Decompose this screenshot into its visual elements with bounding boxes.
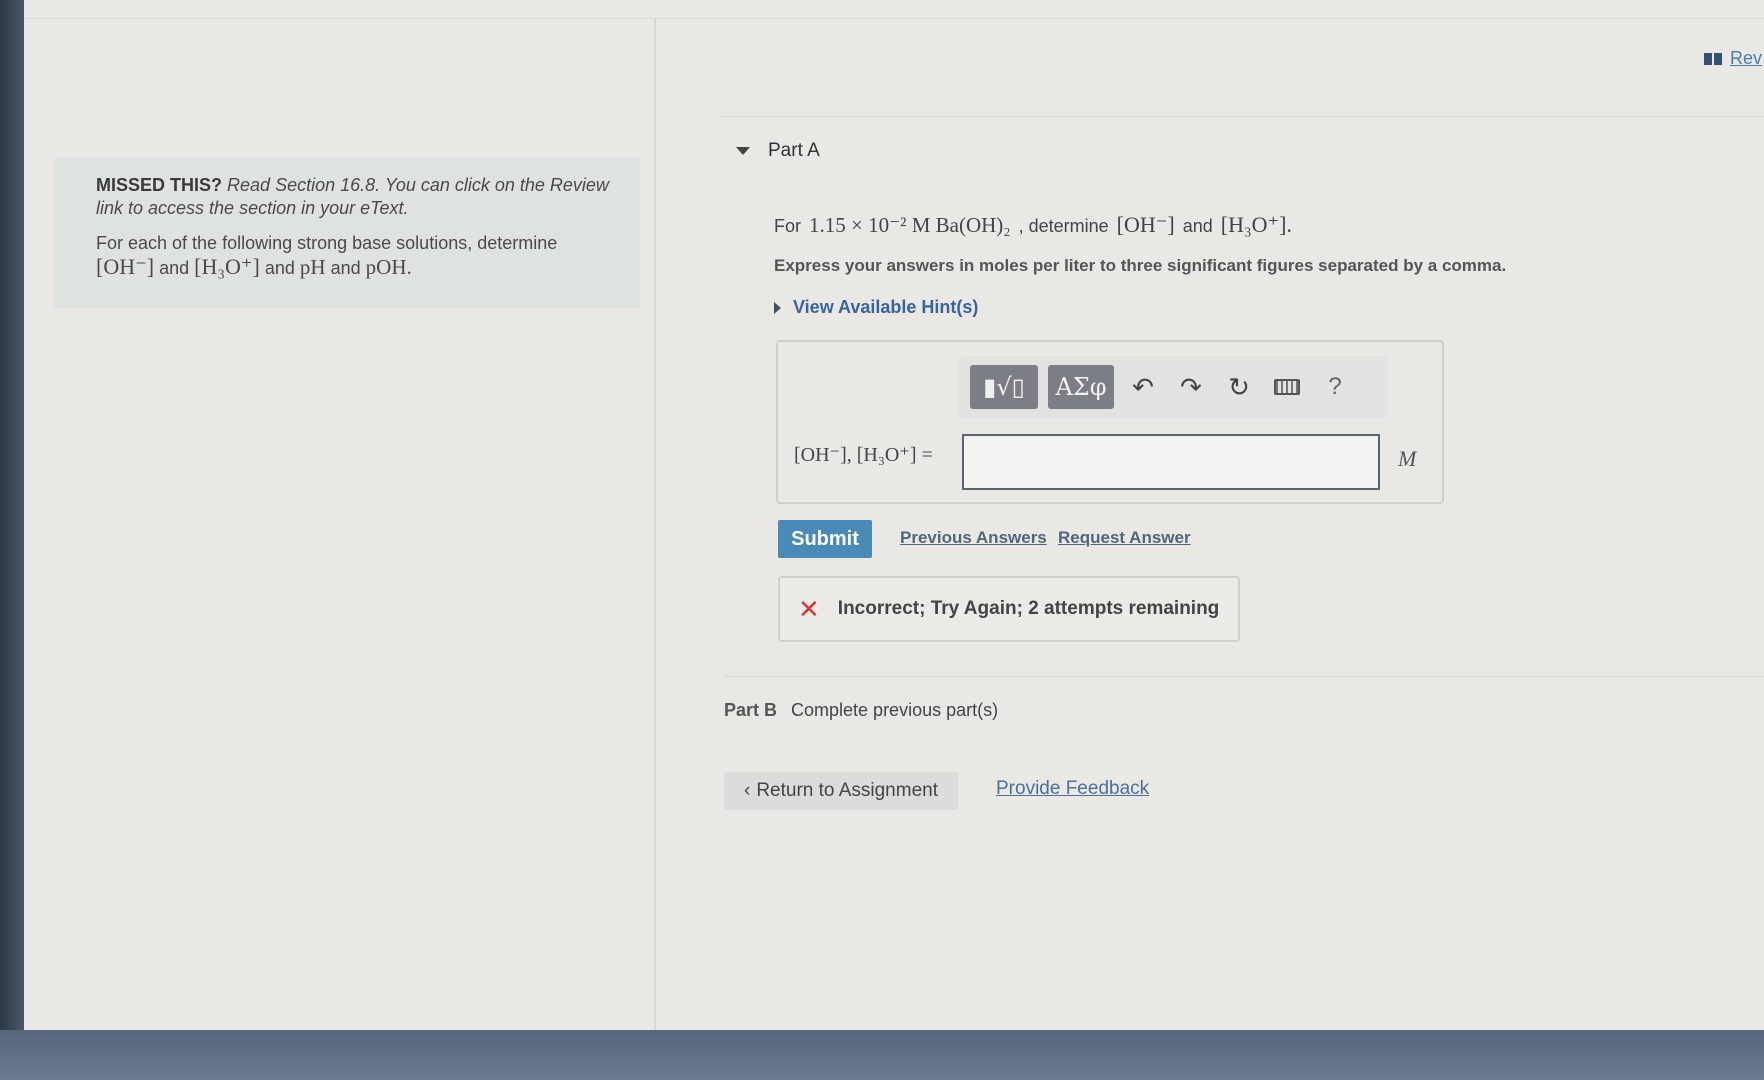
part-a-header[interactable]: Part A (736, 140, 820, 162)
undo-icon[interactable]: ↶ (1124, 367, 1162, 407)
ph-expression: pH (299, 255, 326, 279)
provide-feedback-link[interactable]: Provide Feedback (996, 778, 1149, 800)
column-divider (654, 18, 656, 1034)
book-icon (1704, 52, 1722, 65)
submit-button[interactable]: Submit (778, 520, 872, 558)
instructions: For each of the following strong base so… (96, 232, 620, 280)
screen: MISSED THIS? Read Section 16.8. You can … (24, 0, 1764, 1038)
missed-this-panel: MISSED THIS? Read Section 16.8. You can … (54, 158, 640, 308)
oh-expression: [OH⁻] (96, 254, 155, 279)
h3o-expression: [H₃O⁺] (194, 254, 260, 279)
return-label: Return to Assignment (756, 780, 938, 801)
math-toolbar: ▮√▯ ΑΣφ ↶ ↷ ↻ ? (958, 356, 1388, 418)
keyboard-icon[interactable] (1268, 367, 1306, 407)
part-a-label: Part A (768, 140, 820, 161)
answer-instruction: Express your answers in moles per liter … (774, 256, 1507, 275)
templates-button[interactable]: ▮√▯ (970, 365, 1038, 409)
help-icon[interactable]: ? (1316, 367, 1354, 407)
answer-box: ▮√▯ ΑΣφ ↶ ↷ ↻ ? [OH⁻], [H₃O⁺] = M (776, 340, 1444, 504)
question-for: For (774, 216, 801, 236)
and-text-3: and (330, 258, 361, 278)
request-answer-link[interactable]: Request Answer (1058, 528, 1191, 548)
part-b-row: Part B Complete previous part(s) (724, 700, 998, 721)
part-b-label: Part B (724, 700, 778, 720)
instruction-line: For each of the following strong base so… (96, 233, 558, 253)
part-b-text: Complete previous part(s) (791, 700, 999, 720)
incorrect-x-icon: ✕ (798, 593, 820, 624)
answer-label: [OH⁻], [H₃O⁺] = (794, 444, 933, 466)
symbols-button[interactable]: ΑΣφ (1048, 365, 1114, 409)
concentration-value: 1.15 × 10⁻² M Ba(OH)₂ (809, 213, 1011, 237)
answer-input[interactable] (962, 434, 1380, 490)
review-link-label: Rev (1730, 48, 1763, 68)
feedback-message: ✕ Incorrect; Try Again; 2 attempts remai… (778, 576, 1240, 642)
missed-note: MISSED THIS? Read Section 16.8. You can … (96, 174, 620, 220)
expand-triangle-icon (774, 301, 781, 314)
collapse-triangle-icon (736, 147, 750, 155)
and-text-2: and (264, 258, 295, 278)
part-a-divider (718, 116, 1764, 117)
previous-answers-link[interactable]: Previous Answers (900, 528, 1047, 548)
missed-label: MISSED THIS? (96, 175, 223, 195)
question-oh: [OH⁻] (1116, 212, 1175, 237)
review-link[interactable]: Rev (1704, 48, 1762, 69)
question-h3o: [H₃O⁺]. (1220, 212, 1292, 237)
unit-label: M (1398, 446, 1417, 471)
feedback-text: Incorrect; Try Again; 2 attempts remaini… (837, 598, 1220, 619)
chevron-left-icon: ‹ (744, 780, 751, 801)
reset-icon[interactable]: ↻ (1220, 367, 1258, 407)
monitor-bezel-bottom (0, 1030, 1764, 1080)
and-text: and (159, 258, 190, 278)
question-determine: , determine (1018, 216, 1109, 236)
hint-label: View Available Hint(s) (793, 297, 979, 317)
redo-icon[interactable]: ↷ (1172, 367, 1210, 407)
view-hints-toggle[interactable]: View Available Hint(s) (774, 297, 978, 318)
part-b-divider (724, 676, 1764, 677)
poh-expression: pOH. (365, 255, 412, 279)
top-divider (24, 18, 1764, 19)
question-text: For 1.15 × 10⁻² M Ba(OH)₂ , determine [O… (774, 212, 1292, 238)
question-and: and (1182, 216, 1213, 236)
return-to-assignment-button[interactable]: ‹ Return to Assignment (724, 772, 958, 810)
